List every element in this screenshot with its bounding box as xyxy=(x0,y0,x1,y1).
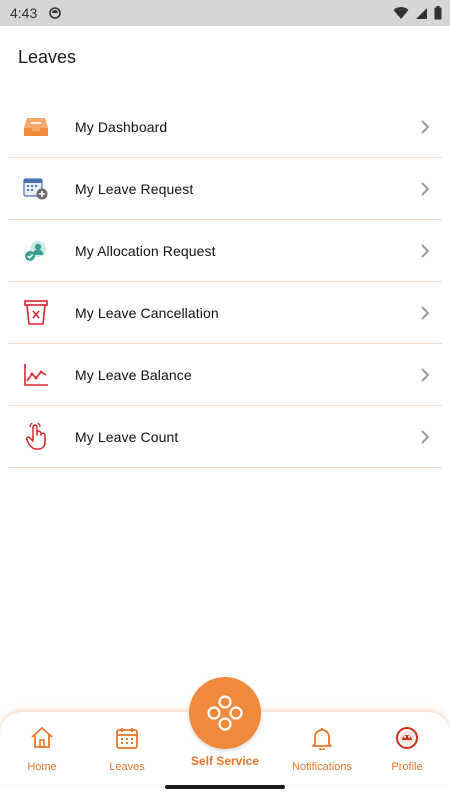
chevron-right-icon xyxy=(421,306,430,320)
menu-item-label: My Leave Balance xyxy=(75,366,192,383)
chevron-right-icon xyxy=(421,244,430,258)
menu-item-my-dashboard[interactable]: My Dashboard xyxy=(8,96,442,158)
bell-icon xyxy=(309,725,335,751)
nav-home[interactable]: Home xyxy=(2,712,82,784)
inbox-tray-icon xyxy=(22,113,50,141)
signal-icon xyxy=(416,7,427,19)
menu-item-my-allocation-request[interactable]: My Allocation Request xyxy=(8,220,442,282)
user-check-icon xyxy=(22,237,50,265)
line-chart-icon xyxy=(22,361,50,389)
chevron-right-icon xyxy=(421,430,430,444)
self-service-label: Self Service xyxy=(190,754,260,768)
tap-hand-icon xyxy=(22,422,50,451)
battery-icon xyxy=(434,6,442,20)
menu-item-label: My Allocation Request xyxy=(75,242,216,259)
nav-leaves-label: Leaves xyxy=(109,761,145,773)
chevron-right-icon xyxy=(421,368,430,382)
leaves-menu-list: My Dashboard My Leave Request My Allocat… xyxy=(8,96,442,468)
menu-item-label: My Leave Count xyxy=(75,428,179,445)
nav-leaves[interactable]: Leaves xyxy=(87,712,167,784)
page-title: Leaves xyxy=(18,47,77,67)
gesture-navigation-bar[interactable] xyxy=(165,785,285,789)
menu-item-my-leave-count[interactable]: My Leave Count xyxy=(8,406,442,468)
chevron-right-icon xyxy=(421,182,430,196)
menu-item-label: My Leave Request xyxy=(75,180,194,197)
nav-profile-label: Profile xyxy=(391,761,423,773)
calendar-add-icon xyxy=(22,175,50,203)
menu-item-label: My Dashboard xyxy=(75,118,168,135)
nav-notifications[interactable]: Notifications xyxy=(282,712,362,784)
nav-home-label: Home xyxy=(27,761,57,773)
status-bar: 4:43 xyxy=(0,0,450,26)
home-icon xyxy=(29,725,55,751)
self-service-button[interactable] xyxy=(189,677,261,749)
menu-item-my-leave-request[interactable]: My Leave Request xyxy=(8,158,442,220)
cancel-bin-icon xyxy=(22,299,50,327)
nav-notifications-label: Notifications xyxy=(292,761,352,773)
menu-item-my-leave-balance[interactable]: My Leave Balance xyxy=(8,344,442,406)
app-notification-icon xyxy=(49,7,62,19)
wifi-icon xyxy=(393,6,409,19)
status-time: 4:43 xyxy=(10,5,38,21)
profile-avatar-icon xyxy=(394,725,420,751)
menu-item-label: My Leave Cancellation xyxy=(75,304,219,321)
nav-profile[interactable]: Profile xyxy=(367,712,447,784)
self-service-icon xyxy=(207,695,243,731)
chevron-right-icon xyxy=(421,120,430,134)
calendar-icon xyxy=(114,725,140,751)
menu-item-my-leave-cancellation[interactable]: My Leave Cancellation xyxy=(8,282,442,344)
